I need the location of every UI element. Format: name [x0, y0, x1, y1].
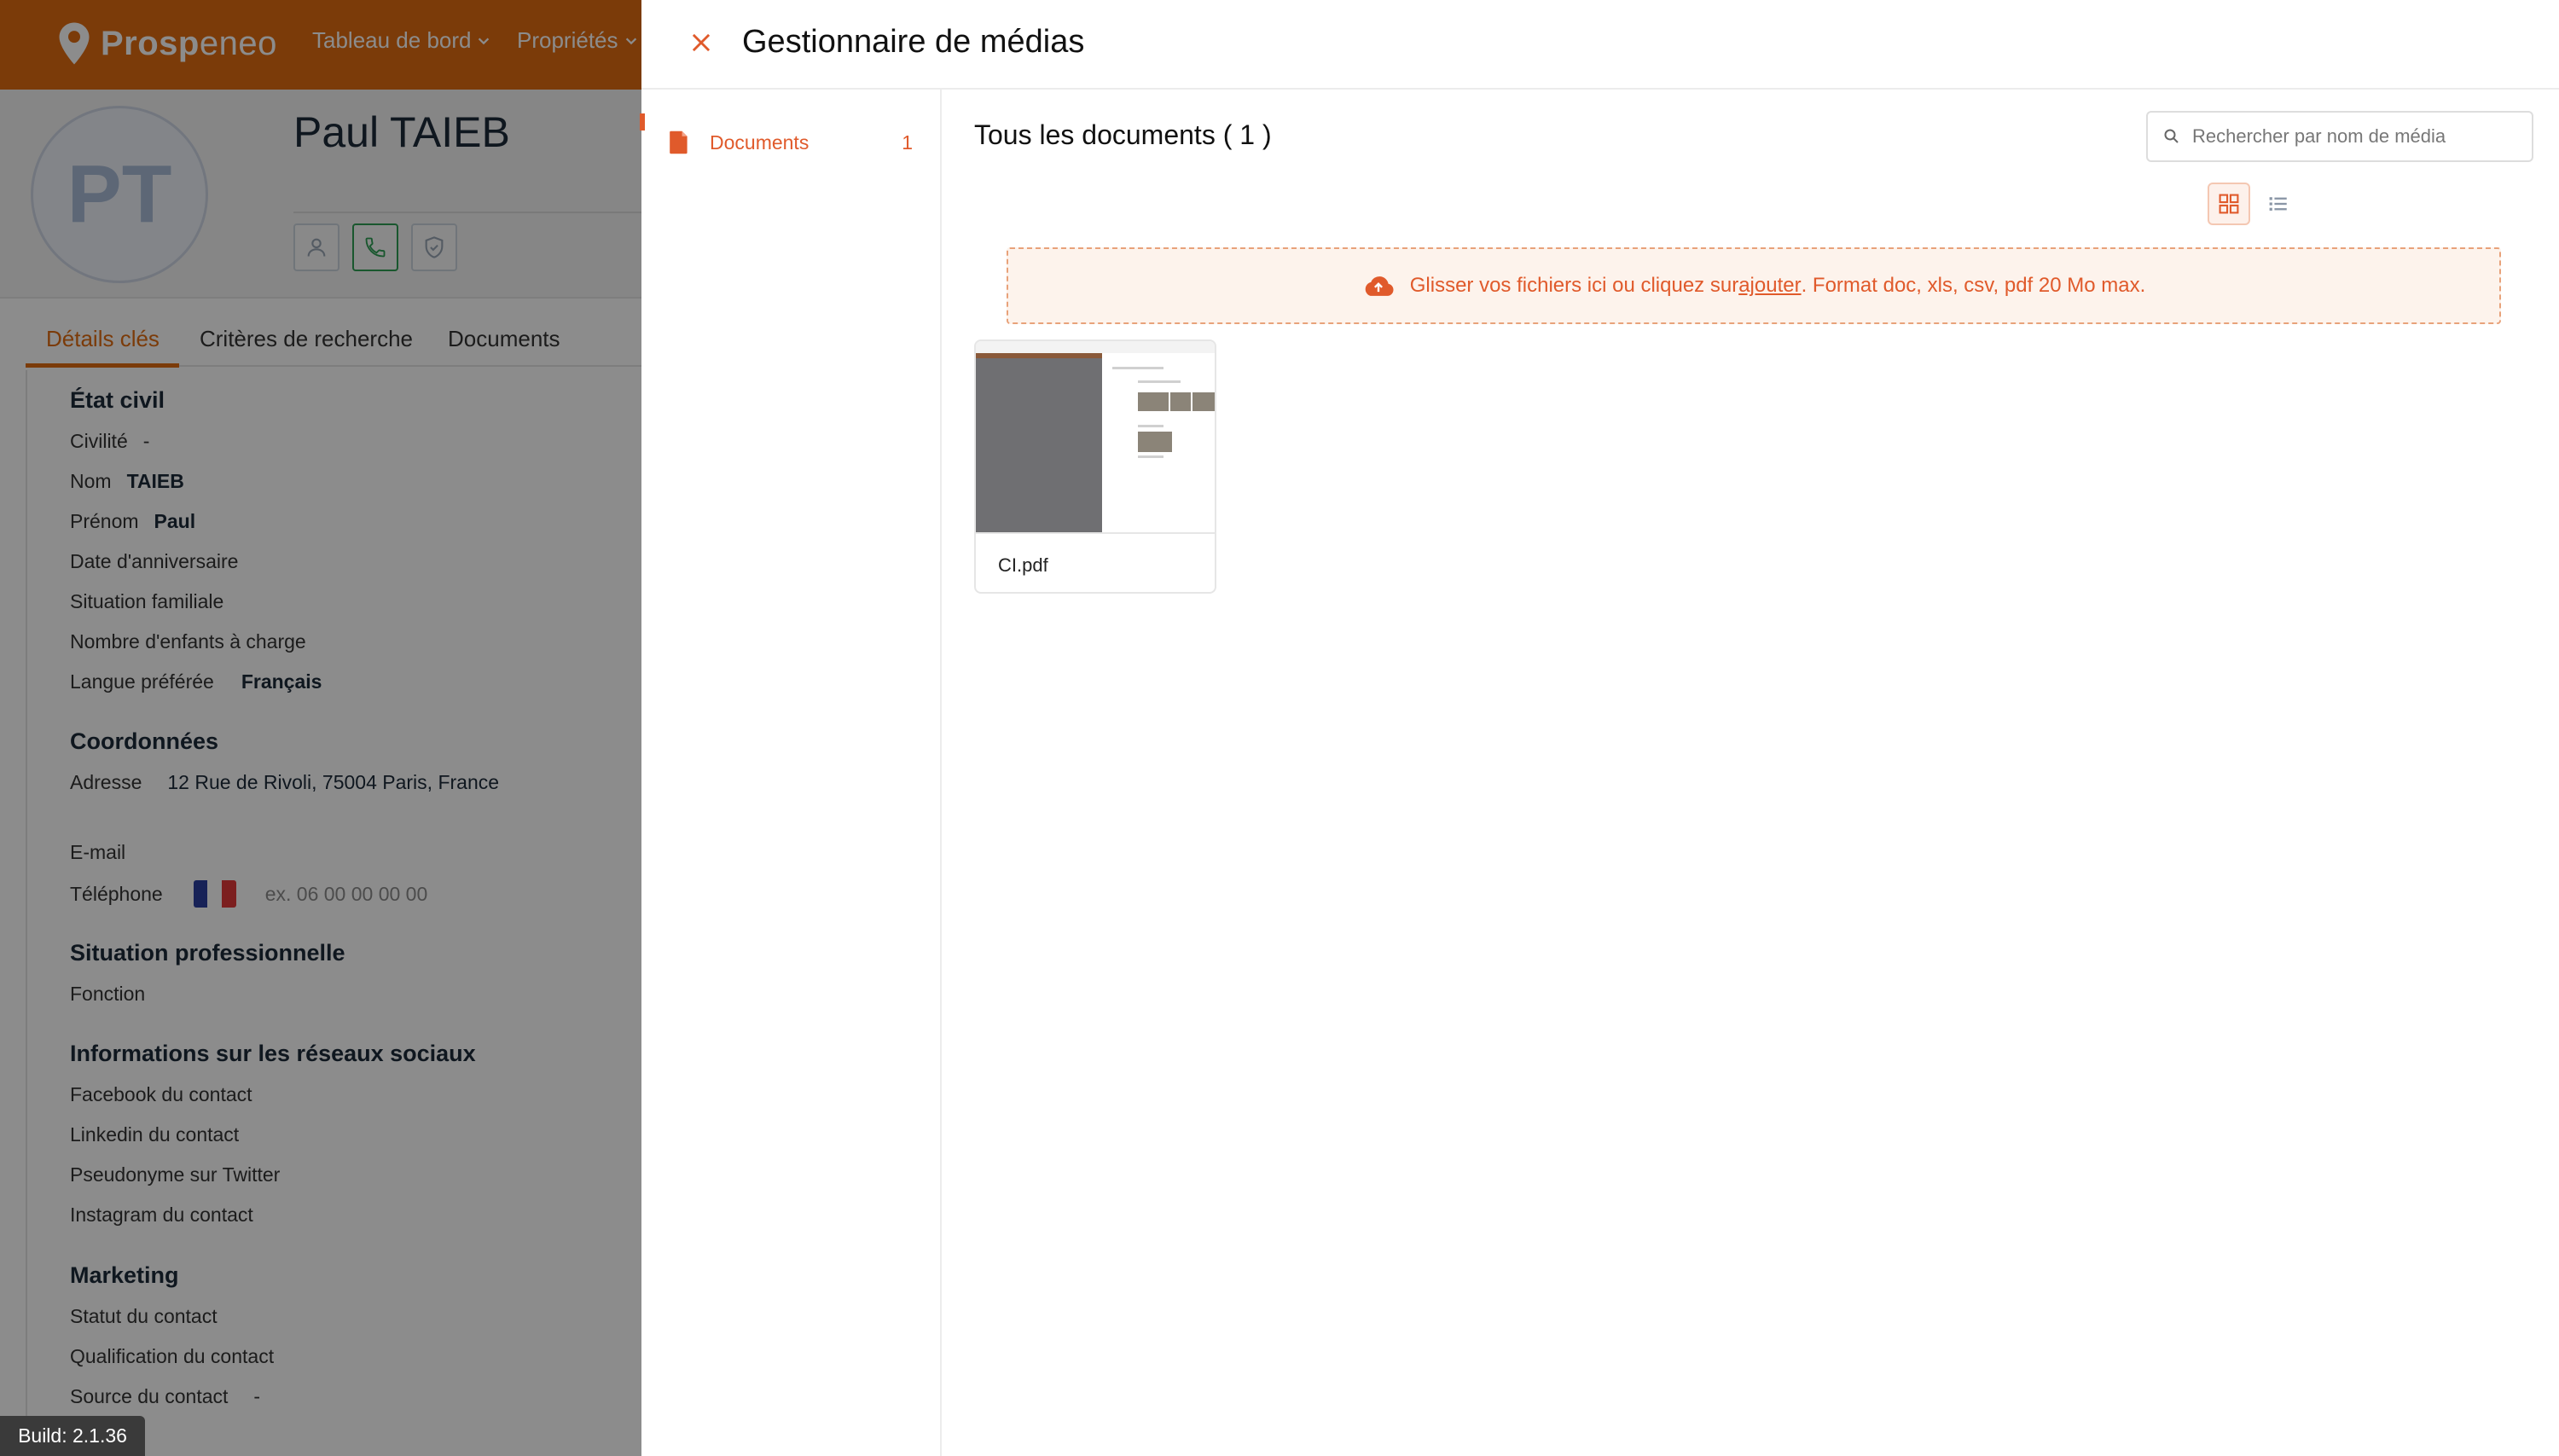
build-version: Build: 2.1.36 [0, 1416, 145, 1456]
grid-view-button[interactable] [2208, 183, 2250, 225]
content-title: Tous les documents ( 1 ) [974, 119, 1272, 150]
file-thumbnail [976, 341, 1215, 534]
dropzone-format-text: . Format doc, xls, csv, pdf 20 Mo max. [1801, 274, 2146, 297]
upload-cloud-icon [1365, 276, 1394, 296]
list-view-icon [2269, 197, 2287, 211]
close-button[interactable] [684, 26, 718, 60]
search-icon [2164, 129, 2179, 143]
add-file-link[interactable]: ajouter [1738, 274, 1801, 298]
sidebar-item-documents[interactable]: Documents 1 [669, 122, 925, 163]
media-search-box[interactable] [2146, 111, 2533, 162]
grid-view-icon [2219, 194, 2239, 214]
active-category-marker [640, 113, 645, 131]
sidebar-item-count: 1 [902, 131, 913, 154]
list-view-button[interactable] [2257, 183, 2300, 225]
panel-title: Gestionnaire de médias [742, 24, 1085, 60]
dropzone-text: Glisser vos fichiers ici ou cliquez sur [1409, 274, 1739, 297]
file-dropzone[interactable]: Glisser vos fichiers ici ou cliquez sur … [1007, 247, 2501, 324]
sidebar-item-label: Documents [710, 131, 809, 154]
media-categories-sidebar: Documents 1 [640, 90, 942, 1456]
file-name: CI.pdf [998, 554, 1048, 576]
close-icon [692, 33, 711, 52]
search-input[interactable] [2192, 125, 2516, 148]
media-manager-panel: Gestionnaire de médias Documents 1 Tous … [640, 0, 2559, 1456]
document-icon [670, 131, 688, 154]
panel-header: Gestionnaire de médias [641, 0, 2559, 90]
file-card[interactable]: CI.pdf [974, 339, 1216, 594]
